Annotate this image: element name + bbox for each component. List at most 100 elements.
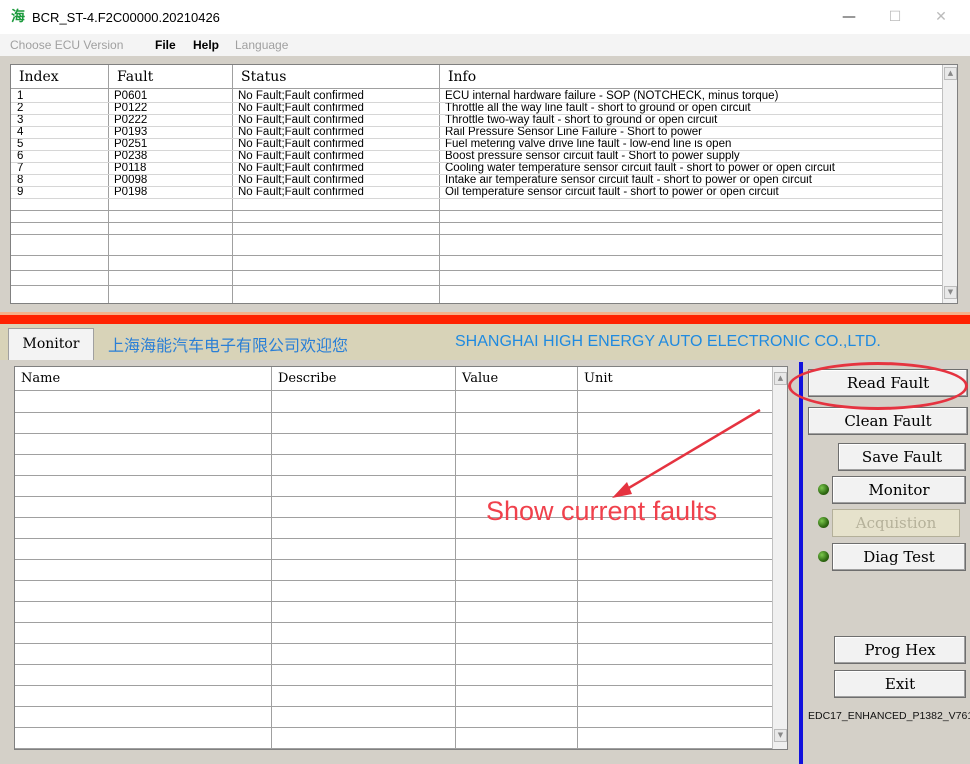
minimize-button[interactable]: — bbox=[826, 0, 872, 34]
grid-row-line bbox=[11, 234, 942, 235]
table-row[interactable]: 3 P0222 No Fault;Fault confirmed Throttle t… bbox=[11, 114, 942, 126]
clean-fault-button[interactable]: Clean Fault bbox=[808, 407, 968, 435]
cell-fault: P0222 bbox=[114, 114, 148, 126]
grid-row-line bbox=[15, 475, 772, 476]
monitor-panel: Name Describe Value Unit ▲ ▼ Read Fault … bbox=[0, 360, 970, 764]
table-row[interactable]: 7 P0118 No Fault;Fault confirmed Cooling wa… bbox=[11, 162, 942, 174]
scroll-down-arrow-icon[interactable]: ▼ bbox=[774, 729, 787, 742]
cell-index: 1 bbox=[17, 90, 24, 102]
menu-choose-ecu-version[interactable]: Choose ECU Version bbox=[10, 38, 123, 52]
grid-column-line bbox=[455, 367, 456, 749]
scroll-up-arrow-icon[interactable]: ▲ bbox=[944, 67, 957, 80]
grid-row-line bbox=[11, 198, 942, 199]
cell-index: 3 bbox=[17, 114, 24, 126]
maximize-button[interactable]: ☐ bbox=[872, 0, 918, 34]
grid-column-line bbox=[271, 367, 272, 749]
column-header-unit[interactable]: Unit bbox=[577, 367, 772, 391]
grid-column-line bbox=[108, 65, 109, 303]
menu-language[interactable]: Language bbox=[235, 38, 288, 52]
cell-status: No Fault;Fault confirmed bbox=[238, 102, 364, 114]
monitor-button[interactable]: Monitor bbox=[832, 476, 966, 504]
grid-column-line bbox=[439, 65, 440, 303]
monitor-table-header: Name Describe Value Unit bbox=[15, 367, 772, 391]
diag-test-button[interactable]: Diag Test bbox=[832, 543, 966, 571]
grid-row-line bbox=[11, 162, 942, 163]
scroll-up-arrow-icon[interactable]: ▲ bbox=[774, 372, 787, 385]
read-fault-button[interactable]: Read Fault bbox=[808, 369, 968, 397]
cell-fault: P0118 bbox=[114, 162, 147, 174]
column-header-describe[interactable]: Describe bbox=[271, 367, 455, 391]
column-header-name[interactable]: Name bbox=[15, 367, 271, 391]
annotation-label: Show current faults bbox=[486, 496, 718, 526]
scroll-down-arrow-icon[interactable]: ▼ bbox=[944, 286, 957, 299]
grid-row-line bbox=[15, 601, 772, 602]
cell-index: 5 bbox=[17, 138, 24, 150]
grid-row-line bbox=[15, 727, 772, 728]
grid-row-line bbox=[15, 685, 772, 686]
grid-row-line bbox=[11, 270, 942, 271]
cell-status: No Fault;Fault confirmed bbox=[238, 90, 364, 102]
table-row[interactable]: 5 P0251 No Fault;Fault confirmed Fuel meter… bbox=[11, 138, 942, 150]
cell-info: ECU internal hardware failure - SOP (NOT… bbox=[445, 90, 779, 102]
cell-index: 6 bbox=[17, 150, 24, 162]
table-row[interactable]: 1 P0601 No Fault;Fault confirmed ECU intern… bbox=[11, 90, 942, 102]
cell-info: Rail Pressure Sensor Line Failure - Shor… bbox=[445, 126, 702, 138]
window-title: BCR_ST-4.F2C00000.20210426 bbox=[32, 10, 220, 25]
grid-row-line bbox=[15, 538, 772, 539]
cell-fault: P0238 bbox=[114, 150, 148, 162]
fault-panel: Index Fault Status Info 1 P0601 No Fault;F… bbox=[0, 56, 970, 312]
grid-row-line bbox=[15, 664, 772, 665]
prog-hex-button[interactable]: Prog Hex bbox=[834, 636, 966, 664]
fault-table-scrollbar[interactable]: ▲ ▼ bbox=[942, 65, 957, 303]
cell-info: Throttle two-way fault - short to ground… bbox=[445, 114, 718, 126]
acquisition-button[interactable]: Acquistion bbox=[832, 509, 960, 537]
table-row[interactable]: 8 P0098 No Fault;Fault confirmed Intake air… bbox=[11, 174, 942, 186]
cell-status: No Fault;Fault confirmed bbox=[238, 174, 364, 186]
column-header-fault[interactable]: Fault bbox=[108, 65, 232, 89]
exit-button[interactable]: Exit bbox=[834, 670, 966, 698]
grid-row-line bbox=[15, 433, 772, 434]
table-row[interactable]: 2 P0122 No Fault;Fault confirmed Throttle a… bbox=[11, 102, 942, 114]
grid-row-line bbox=[11, 285, 942, 286]
column-header-index[interactable]: Index bbox=[11, 65, 108, 89]
menu-help[interactable]: Help bbox=[193, 38, 219, 52]
cell-index: 4 bbox=[17, 126, 24, 138]
table-row[interactable]: 4 P0193 No Fault;Fault confirmed Rail Press… bbox=[11, 126, 942, 138]
cell-fault: P0193 bbox=[114, 126, 148, 138]
cell-index: 9 bbox=[17, 186, 24, 198]
column-header-status[interactable]: Status bbox=[232, 65, 439, 89]
cell-info: Intake air temperature sensor circuit fa… bbox=[445, 174, 812, 186]
table-row[interactable]: 6 P0238 No Fault;Fault confirmed Boost pres… bbox=[11, 150, 942, 162]
cell-index: 2 bbox=[17, 102, 24, 114]
company-banner-en: SHANGHAI HIGH ENERGY AUTO ELECTRONIC CO.… bbox=[455, 333, 881, 350]
monitor-table[interactable]: Name Describe Value Unit ▲ ▼ bbox=[14, 366, 788, 750]
title-bar: 海 BCR_ST-4.F2C00000.20210426 — ☐ ✕ bbox=[0, 0, 970, 34]
grid-row-line bbox=[11, 174, 942, 175]
section-divider bbox=[0, 312, 970, 324]
save-fault-button[interactable]: Save Fault bbox=[838, 443, 966, 471]
column-header-info[interactable]: Info bbox=[439, 65, 942, 89]
table-row[interactable]: 9 P0198 No Fault;Fault confirmed Oil temper… bbox=[11, 186, 942, 198]
acquisition-status-led-icon bbox=[818, 517, 829, 528]
cell-status: No Fault;Fault confirmed bbox=[238, 186, 364, 198]
cell-info: Cooling water temperature sensor circuit… bbox=[445, 162, 835, 174]
column-header-value[interactable]: Value bbox=[455, 367, 577, 391]
grid-row-line bbox=[11, 186, 942, 187]
monitor-table-scrollbar[interactable]: ▲ ▼ bbox=[772, 367, 787, 749]
app-logo-icon: 海 bbox=[11, 9, 25, 25]
close-button[interactable]: ✕ bbox=[918, 0, 964, 34]
cell-status: No Fault;Fault confirmed bbox=[238, 162, 364, 174]
grid-row-line bbox=[11, 138, 942, 139]
fault-table[interactable]: Index Fault Status Info 1 P0601 No Fault;F… bbox=[10, 64, 958, 304]
menu-file[interactable]: File bbox=[155, 38, 176, 52]
cell-fault: P0198 bbox=[114, 186, 148, 198]
cell-index: 7 bbox=[17, 162, 24, 174]
cell-status: No Fault;Fault confirmed bbox=[238, 126, 364, 138]
panel-separator bbox=[799, 362, 803, 764]
fault-table-header: Index Fault Status Info bbox=[11, 65, 942, 89]
tab-monitor[interactable]: Monitor bbox=[8, 328, 94, 360]
company-banner-cn: 上海海能汽车电子有限公司欢迎您 bbox=[108, 336, 349, 355]
grid-row-line bbox=[11, 222, 942, 223]
grid-row-line bbox=[15, 454, 772, 455]
ecu-version-label: EDC17_ENHANCED_P1382_V761 bbox=[808, 710, 970, 722]
